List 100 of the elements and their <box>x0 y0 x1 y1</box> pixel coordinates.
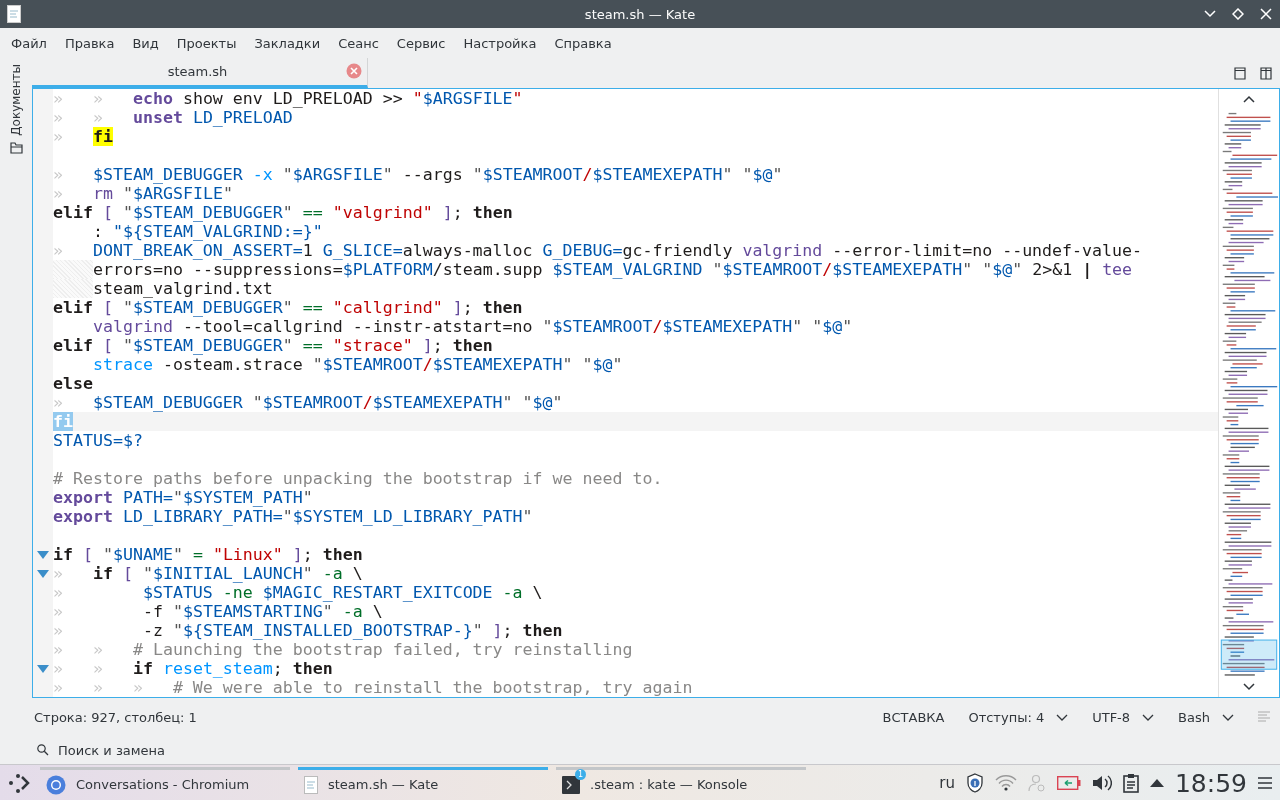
menu-item[interactable]: Сеанс <box>329 35 388 51</box>
menu-item[interactable]: Закладки <box>245 35 330 51</box>
code-text: [ <box>122 564 134 583</box>
code-text: -a <box>502 583 523 602</box>
code-text: " <box>842 317 853 336</box>
chevron-icon <box>1222 713 1234 721</box>
code-text: $STEAMEXEPATH <box>372 393 503 412</box>
fold-arrow-icon[interactable] <box>37 550 49 559</box>
menu-item[interactable]: Файл <box>2 35 56 51</box>
code-text: export <box>53 488 114 507</box>
battery-icon[interactable] <box>1056 776 1081 790</box>
code-text: gc-friendly <box>622 241 734 260</box>
syntax-dropdown[interactable]: Bash <box>1178 709 1234 725</box>
maximize-icon[interactable] <box>1232 8 1244 20</box>
code-text: G_SLICE= <box>322 241 403 260</box>
code-text: /steam.supp <box>432 260 544 279</box>
code-text: : <box>91 222 104 241</box>
fold-arrow-icon[interactable] <box>37 569 49 578</box>
split-view-icon[interactable] <box>1260 66 1272 80</box>
taskbar-task[interactable]: steam.sh — Kate <box>298 766 548 800</box>
code-text: $UNAME <box>112 545 173 564</box>
minimize-icon[interactable] <box>1204 10 1216 18</box>
code-text: == <box>302 336 324 355</box>
menu-item[interactable]: Проекты <box>167 35 246 51</box>
code-text: ; <box>502 621 514 640</box>
code-text: strace <box>91 355 153 374</box>
code-text: show env LD_PRELOAD >> <box>181 89 404 108</box>
clock[interactable]: 18:59 <box>1174 768 1247 798</box>
code-text: ; <box>272 659 284 678</box>
menu-item[interactable]: Настройка <box>454 35 546 51</box>
tab-marker: » <box>53 602 64 621</box>
code-text: $STEAM_DEBUGGER <box>132 203 283 222</box>
code-text: " <box>282 165 293 184</box>
sidebar-tab[interactable]: Документы <box>9 64 23 136</box>
volume-icon[interactable] <box>1091 774 1112 792</box>
shield-icon[interactable] <box>965 773 984 793</box>
code-text: -f <box>142 602 164 621</box>
code-text: " <box>172 621 183 640</box>
chevron-icon <box>1056 713 1069 721</box>
menu-item[interactable]: Справка <box>545 35 621 51</box>
code-text: == <box>302 298 324 317</box>
code-text: then <box>452 336 493 355</box>
scroll-down-icon[interactable] <box>1243 683 1255 691</box>
code-text: if <box>92 564 114 583</box>
code-text: " <box>382 165 393 184</box>
scroll-up-icon[interactable] <box>1243 95 1255 103</box>
code-text: | <box>1082 260 1094 279</box>
code-text: else <box>53 374 93 393</box>
code-text: -z <box>142 621 164 640</box>
browser-icon <box>46 774 66 795</box>
code-text: "${STEAM_VALGRIND:=}" <box>112 222 323 241</box>
menu-item[interactable]: Правка <box>55 35 124 51</box>
selected-text: fi <box>53 412 73 431</box>
expand-tray-icon[interactable] <box>1149 779 1164 787</box>
encoding-dropdown[interactable]: UTF-8 <box>1092 709 1155 725</box>
code-text: -a <box>342 602 363 621</box>
code-text: -x <box>252 165 274 184</box>
taskbar-task[interactable]: 1 .steam : kate — Konsole <box>556 766 806 800</box>
code-text: " <box>122 336 133 355</box>
search-replace-button[interactable]: Поиск и замена <box>37 742 166 758</box>
code-text: [ <box>102 203 114 222</box>
code-text: "Linux" <box>212 545 284 564</box>
code-text: PATH= <box>122 488 173 507</box>
indent-dropdown[interactable]: Отступы: 4 <box>968 709 1069 725</box>
code-comment: # Restore paths before unpacking the bootstrap if we need to. <box>53 469 663 488</box>
code-text: $STEAMROOT <box>322 355 423 374</box>
code-text: " " <box>792 317 823 336</box>
code-text: $@ <box>822 317 843 336</box>
code-text: elif <box>53 336 94 355</box>
close-icon[interactable] <box>1260 8 1272 20</box>
input-mode[interactable]: ВСТАВКА <box>882 709 945 725</box>
fold-arrow-icon[interactable] <box>37 664 49 673</box>
folder-icon[interactable] <box>9 141 23 154</box>
menu-item[interactable]: Сервис <box>387 35 455 51</box>
menu-icon[interactable] <box>1258 777 1272 789</box>
code-text: / <box>362 393 373 412</box>
code-text: $MAGIC_RESTART_EXITCODE <box>262 583 494 602</box>
code-text: ] <box>292 545 303 564</box>
code-comment: # We were able to reinstall the bootstrap, try again <box>172 678 693 697</box>
code-text: $@ <box>752 165 773 184</box>
code-comment: # Launching the bootstrap failed, try reinstalling <box>132 640 633 659</box>
code-text: $STEAM_DEBUGGER <box>92 165 244 184</box>
code-text: ; <box>452 203 464 222</box>
code-text: export <box>53 507 114 526</box>
new-document-icon[interactable] <box>1234 66 1246 80</box>
code-text: \ <box>351 564 363 583</box>
keyboard-layout[interactable]: ru <box>939 774 955 792</box>
menu-item[interactable]: Вид <box>123 35 168 51</box>
code-text: then <box>292 659 333 678</box>
code-text: " <box>222 184 233 203</box>
launcher-icon[interactable] <box>8 772 30 794</box>
code-text: $STEAMROOT <box>482 165 583 184</box>
clipboard-icon[interactable] <box>1122 773 1139 793</box>
document-tab[interactable]: steam.sh <box>32 58 368 88</box>
code-text: echo <box>132 89 173 108</box>
code-text: " <box>522 507 533 526</box>
code-text: rm <box>92 184 114 203</box>
taskbar-task[interactable]: Conversations - Chromium <box>40 766 290 800</box>
code-text: $@ <box>992 260 1013 279</box>
tab-marker: » » <box>53 89 104 108</box>
